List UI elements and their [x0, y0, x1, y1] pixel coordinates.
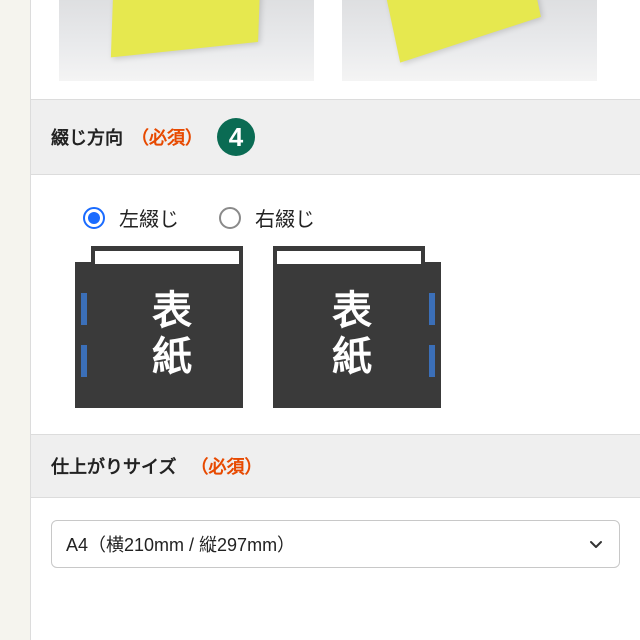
required-label: （必須） [190, 453, 262, 479]
cover-text: 表紙 [273, 289, 423, 381]
radio-icon [219, 207, 241, 229]
finished-size-value: A4（横210mm / 縦297mm） [66, 531, 295, 557]
binding-left-illustration: 表紙 [75, 246, 243, 408]
chevron-down-icon [589, 537, 603, 551]
finished-size-header: 仕上がりサイズ （必須） [31, 435, 640, 498]
binding-left-label: 左綴じ [119, 203, 179, 232]
binding-right-label: 右綴じ [255, 203, 315, 232]
radio-icon [83, 207, 105, 229]
book-spine-icon [75, 262, 93, 408]
binding-direction-header: 綴じ方向 （必須） 4 [31, 100, 640, 175]
binding-right-illustration: 表紙 [273, 246, 441, 408]
binding-left-radio[interactable]: 左綴じ [83, 203, 179, 232]
binding-direction-title: 綴じ方向 [51, 124, 123, 150]
binding-direction-options: 左綴じ 右綴じ 表紙 [31, 175, 640, 435]
finished-size-title: 仕上がりサイズ [51, 453, 176, 479]
required-label: （必須） [131, 124, 203, 150]
cover-text: 表紙 [93, 289, 243, 381]
paper-type-thumbnails [31, 0, 640, 100]
paper-type-thumbnail[interactable] [59, 0, 314, 81]
paper-type-thumbnail[interactable] [342, 0, 597, 81]
binding-right-radio[interactable]: 右綴じ [219, 203, 315, 232]
book-spine-icon [423, 262, 441, 408]
step-badge: 4 [217, 118, 255, 156]
finished-size-select[interactable]: A4（横210mm / 縦297mm） [51, 520, 620, 568]
